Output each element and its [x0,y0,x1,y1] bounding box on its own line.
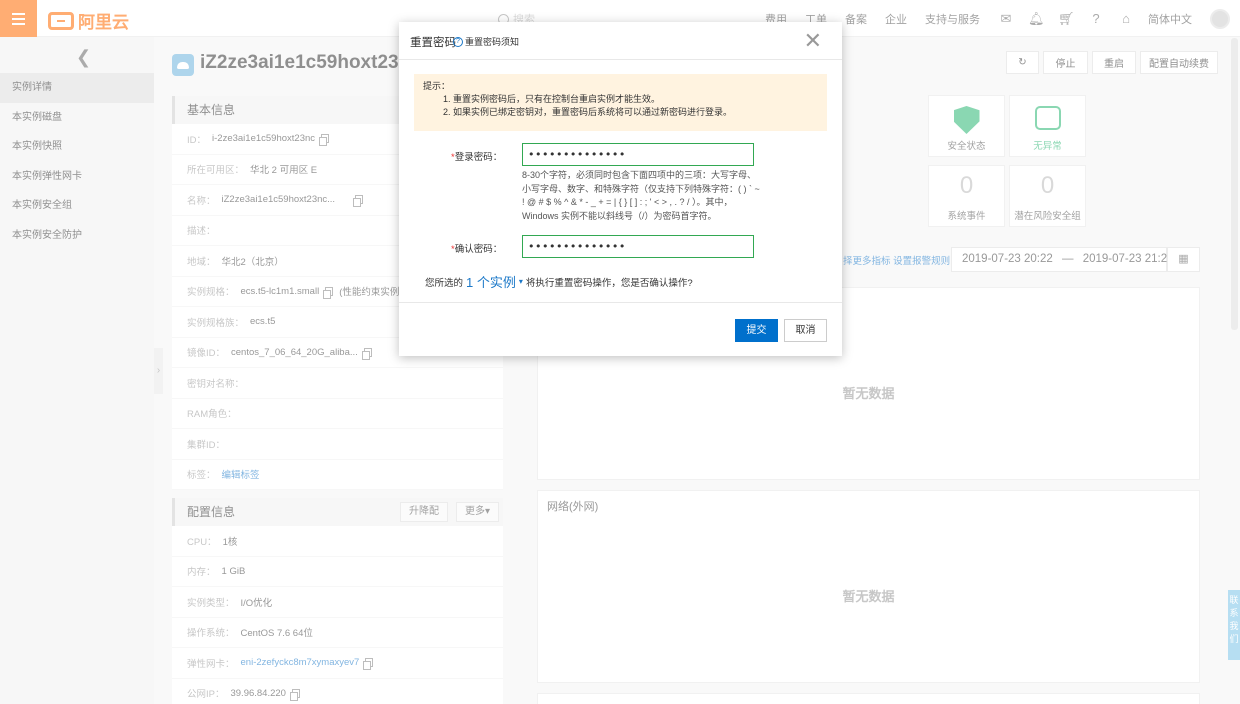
password-rules-hint: 8-30个字符，必须同时包含下面四项中的三项：大写字母、小写字母、数字、和特殊字… [522,170,760,221]
submit-button[interactable]: 提交 [735,319,778,342]
cancel-button[interactable]: 取消 [784,319,827,342]
tip-box: 提示： 1. 重置实例密码后，只有在控制台重启实例才能生效。 2. 如果实例已绑… [414,74,827,131]
reset-password-dialog: 重置密码 ? 重置密码须知 ✕ 提示： 1. 重置实例密码后，只有在控制台重启实… [399,22,842,356]
dialog-footer: 提交 取消 [399,302,842,356]
confirm-password-label: *确认密码： [451,244,503,255]
question-icon: ? [453,36,463,47]
login-password-label: *登录密码： [451,152,503,163]
tip-line: 2. 如果实例已绑定密钥对，重置密码后系统将可以通过新密码进行登录。 [443,107,733,117]
confirm-prefix: 您所选的 [425,277,464,289]
close-icon[interactable]: ✕ [804,30,822,52]
tip-line: 1. 重置实例密码后，只有在控制台重启实例才能生效。 [443,94,661,104]
confirm-password-input[interactable]: •••••••••••••• [522,235,754,258]
login-password-input[interactable]: •••••••••••••• [522,143,754,166]
login-password-label-text: 登录密码： [454,152,503,163]
password-notice-text: 重置密码须知 [465,37,520,47]
password-notice-link[interactable]: ? 重置密码须知 [453,35,519,48]
confirm-suffix: 将执行重置密码操作，您是否确认操作? [525,277,693,289]
tip-title: 提示： [423,81,451,91]
chevron-down-icon[interactable]: ▾ [519,277,523,286]
dialog-title: 重置密码 [410,37,456,49]
selected-instances-link[interactable]: 1 个实例 [466,272,516,291]
confirm-message: 您所选的 1 个实例 ▾ 将执行重置密码操作，您是否确认操作? [425,272,693,291]
confirm-password-label-text: 确认密码： [454,244,503,255]
dialog-header: 重置密码 ? 重置密码须知 ✕ [399,22,842,60]
